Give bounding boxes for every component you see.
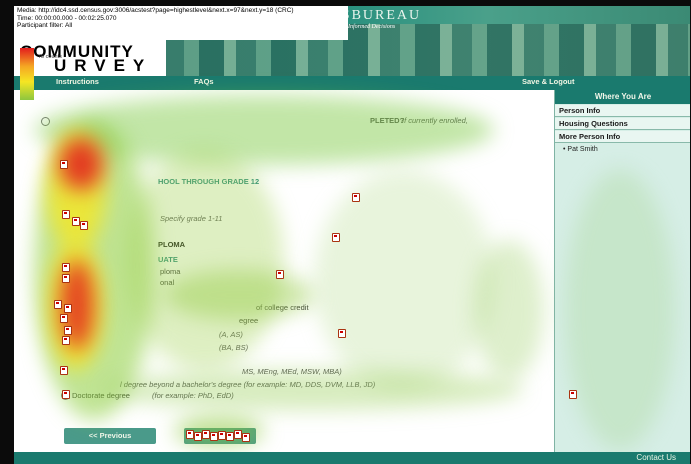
sidebar-subitem-pat-smith[interactable]: • Pat Smith [555, 145, 690, 155]
nav-bar: Instructions FAQs Save & Logout [14, 76, 690, 90]
footer-bar: Contact Us [14, 452, 690, 464]
gaze-marker [569, 390, 577, 399]
heat-scale-legend [20, 48, 34, 100]
option-diploma2-label: ploma [160, 267, 181, 276]
option-professional-label: l degree beyond a bachelor's degree (for… [120, 380, 376, 389]
sidebar-title: Where You Are [555, 90, 690, 104]
option-doctorate-example: (for example: PhD, EdD) [152, 391, 234, 400]
contact-us-link[interactable]: Contact Us [636, 453, 676, 462]
option-masters-label: MS, MEng, MEd, MSW, MBA) [242, 367, 342, 376]
sidebar-item-more-person-info[interactable]: More Person Info [555, 131, 690, 143]
heat-scale-label: 75 counts [38, 54, 62, 60]
where-you-are-sidebar: Where You Are Person Info Housing Questi… [554, 90, 690, 452]
nav-instructions[interactable]: Instructions [56, 77, 99, 86]
question-prompt-note: If currently enrolled, [402, 116, 468, 125]
previous-button[interactable]: << Previous [64, 428, 156, 444]
option-no-school-label: HOOL THROUGH GRADE 12 [158, 177, 260, 186]
option-ged-label: UATE [158, 255, 178, 264]
option-associate-label: (A, AS) [219, 330, 243, 339]
logo-survey: URVEY [54, 56, 153, 75]
survey-page: USCENSUSBUREAU Informed Decisions Media:… [14, 6, 690, 464]
radio-doctorate[interactable] [61, 391, 70, 400]
option-national-label: onal [160, 278, 175, 287]
sidebar-item-housing-questions[interactable]: Housing Questions [555, 118, 690, 130]
time-range: Time: 00:00:00.000 - 00:02:25.070 [17, 14, 117, 22]
option-doctorate-label: Doctorate degree [72, 391, 130, 400]
question-content: PLETED? If currently enrolled, HOOL THRO… [14, 90, 554, 452]
prompt-icon [41, 117, 50, 126]
option-diploma-label: PLOMA [158, 240, 186, 249]
screen-frame: USCENSUSBUREAU Informed Decisions Media:… [0, 0, 691, 464]
nav-save-logout[interactable]: Save & Logout [522, 77, 575, 86]
option-grade-label: Specify grade 1-11 [160, 214, 223, 223]
option-degree-label: egree [239, 316, 259, 325]
option-bachelor-label: (BA, BS) [219, 343, 249, 352]
tagline: Informed Decisions [348, 24, 396, 30]
sidebar-item-person-info[interactable]: Person Info [555, 105, 690, 117]
heatmap-info-overlay: Media: http://idc4.ssd.census.gov:3006/a… [14, 6, 348, 40]
next-button[interactable] [184, 428, 256, 444]
nav-faqs[interactable]: FAQs [194, 77, 214, 86]
option-college-credit-label: of college credit [256, 303, 309, 312]
media-url: Media: http://idc4.ssd.census.gov:3006/a… [17, 7, 294, 14]
question-prompt: PLETED? [370, 116, 405, 125]
participant-filter: Participant filter: All [17, 22, 73, 29]
